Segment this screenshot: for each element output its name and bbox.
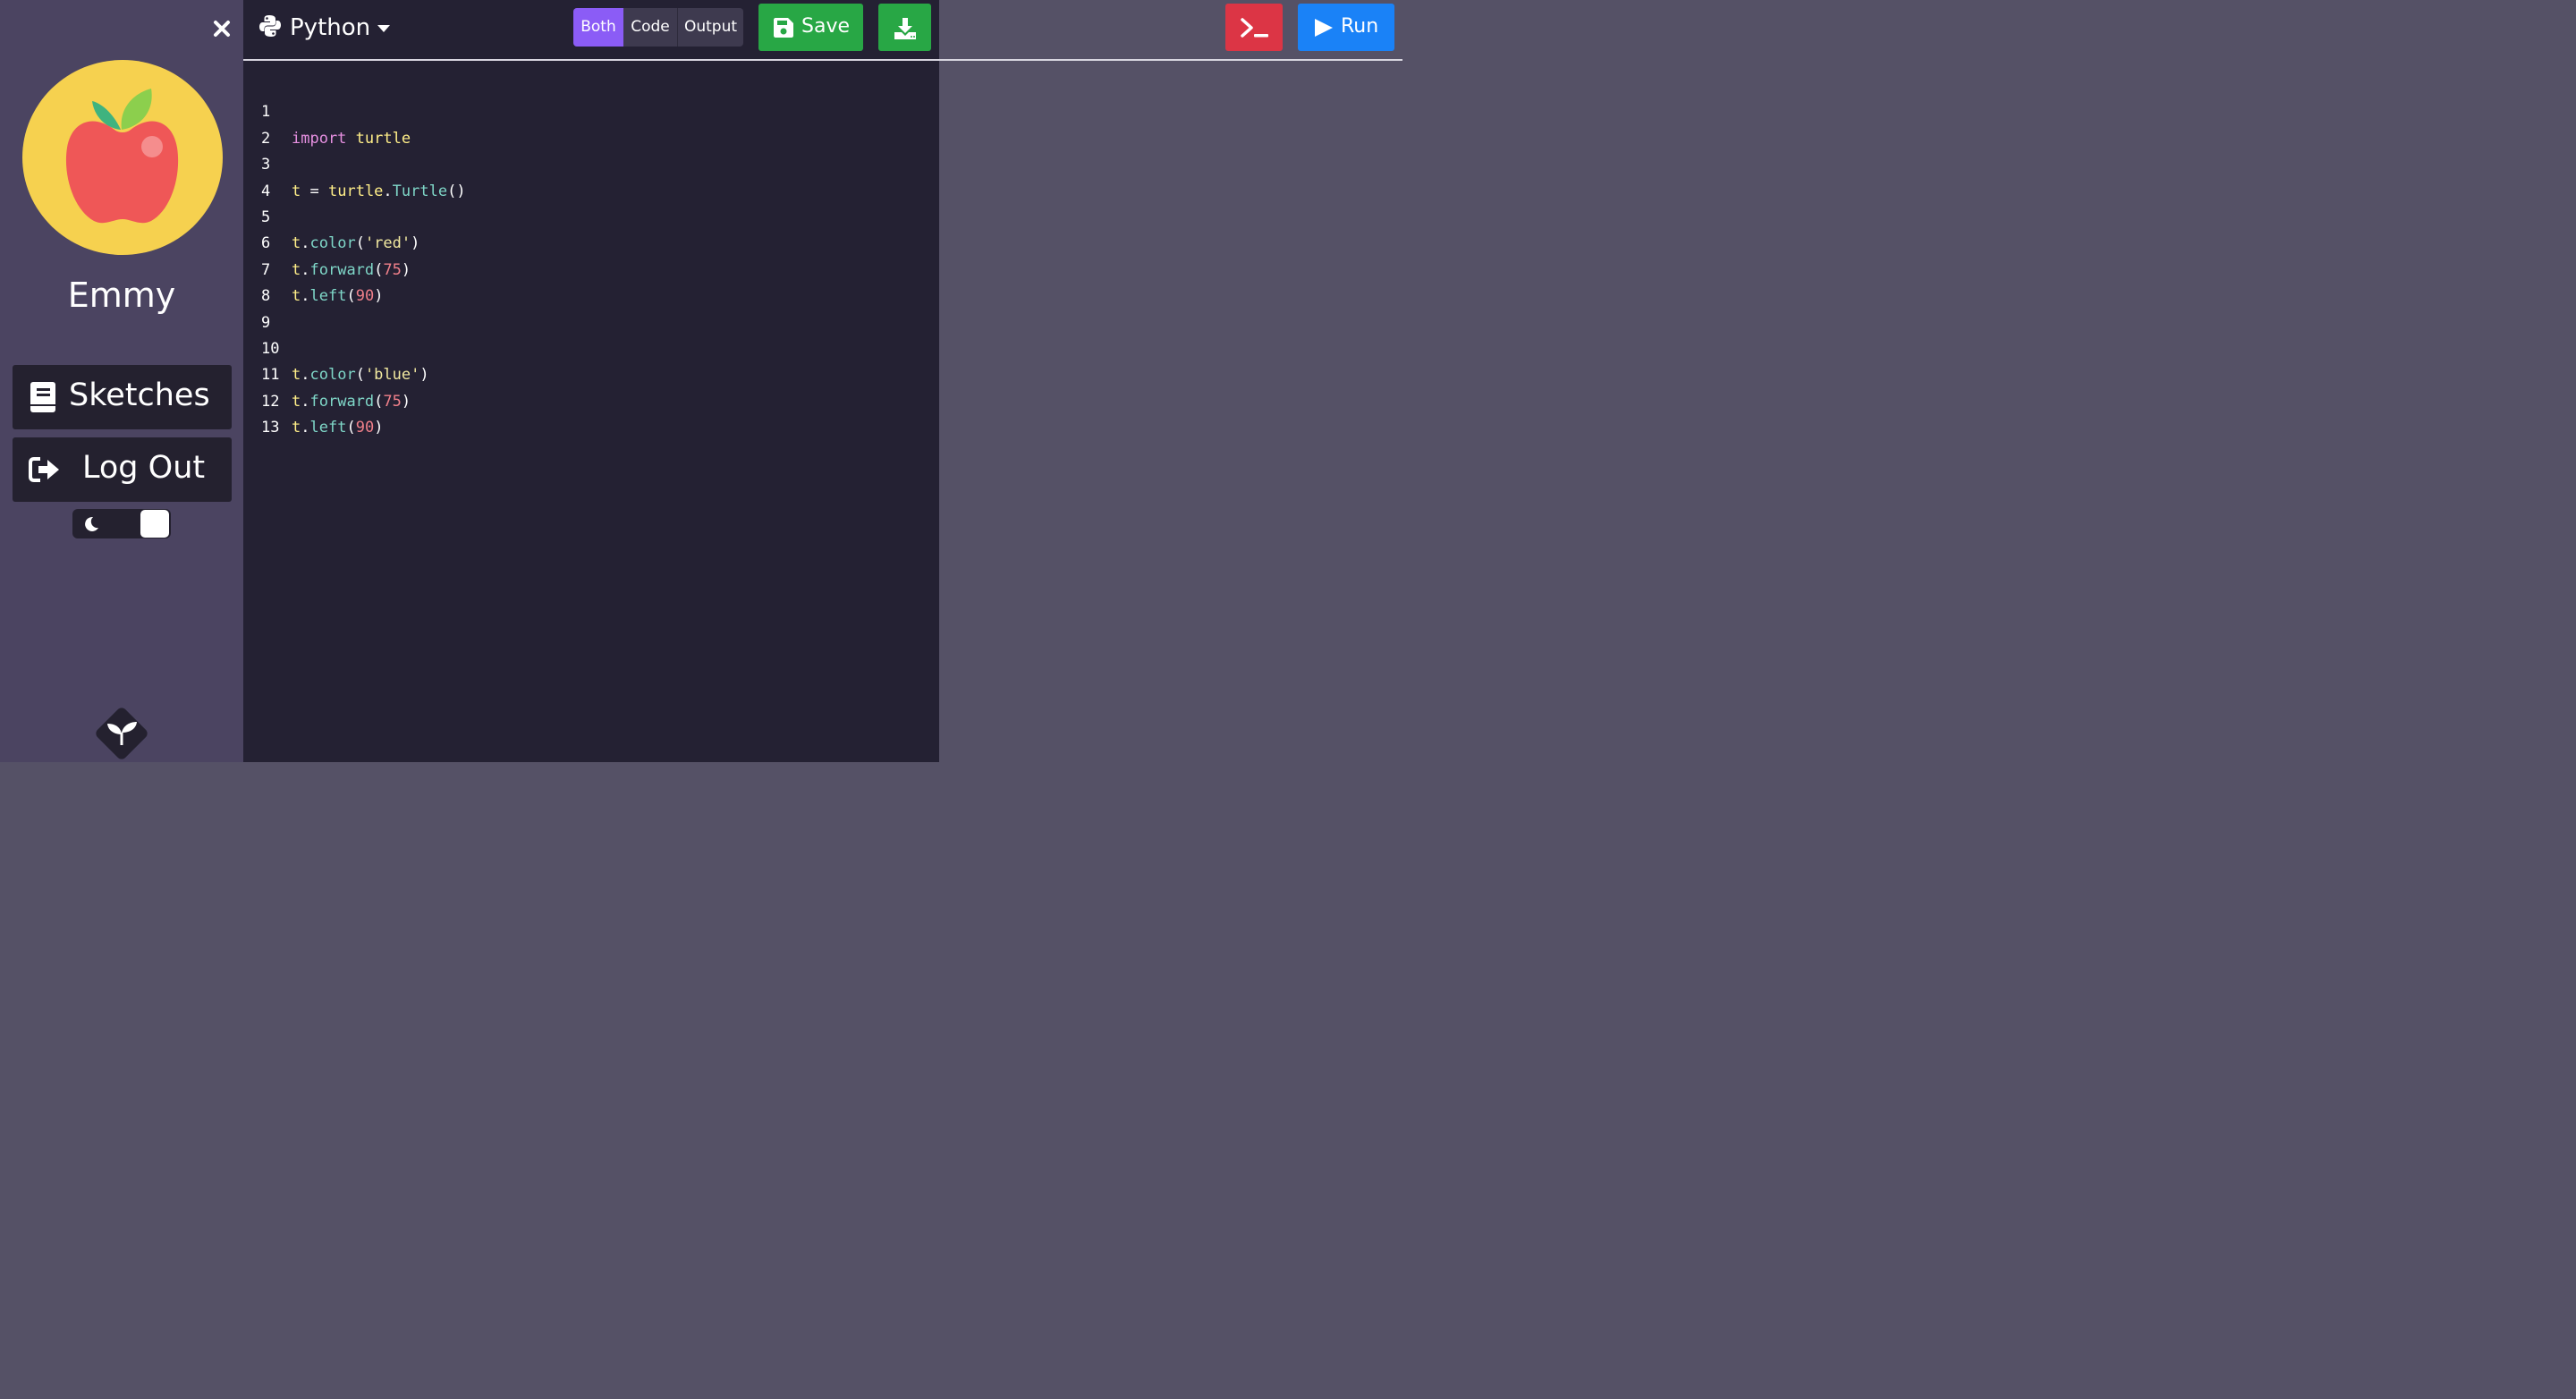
- code-line: 6 t.forward(75): [243, 205, 939, 278]
- language-select[interactable]: Python: [259, 13, 391, 43]
- sketches-button[interactable]: Sketches: [13, 365, 232, 429]
- save-icon: [774, 18, 793, 41]
- apple-avatar-icon: [22, 60, 223, 255]
- view-output-button[interactable]: Output: [677, 8, 743, 47]
- code-line: 8: [243, 258, 939, 305]
- output-divider: [939, 59, 1402, 61]
- console-button[interactable]: [1225, 4, 1283, 51]
- run-label: Run: [1341, 15, 1379, 38]
- caret-down-icon: [377, 20, 391, 37]
- code-line: 7 t.left(90): [243, 231, 939, 305]
- language-label: Python: [290, 14, 371, 41]
- code-line: 11 t.forward(75): [243, 336, 939, 410]
- code-line: 2: [243, 99, 939, 148]
- code-content[interactable]: 1 import turtle 2 3 t = turtle.Turtle() …: [243, 73, 939, 437]
- download-icon: [894, 18, 916, 43]
- sprout-icon: [96, 708, 148, 759]
- toggle-knob: [140, 510, 169, 538]
- run-button[interactable]: Run: [1298, 4, 1394, 51]
- sidebar: Emmy Sketches Log Out: [0, 0, 243, 762]
- download-button[interactable]: [878, 4, 931, 51]
- username: Emmy: [67, 276, 176, 315]
- moon-icon: [82, 515, 100, 537]
- logout-label: Log Out: [82, 450, 206, 486]
- logout-button[interactable]: Log Out: [13, 437, 232, 502]
- save-button[interactable]: Save: [758, 4, 863, 51]
- sketches-label: Sketches: [69, 377, 210, 413]
- save-label: Save: [801, 15, 851, 38]
- code-text: t.left(90): [292, 419, 384, 437]
- close-icon: [214, 21, 230, 37]
- theme-toggle[interactable]: [72, 509, 171, 538]
- sign-out-icon: [29, 456, 61, 487]
- app: Emmy Sketches Log Out Python Both Code O…: [0, 0, 1402, 762]
- python-icon: [259, 14, 281, 41]
- code-line: 13: [243, 389, 939, 437]
- code-line: 5 t.color('red'): [243, 179, 939, 252]
- code-line: 10 t.color('blue'): [243, 310, 939, 384]
- view-toggle-group: Both Code Output: [573, 8, 743, 47]
- terminal-icon: [1241, 17, 1269, 42]
- view-both-button[interactable]: Both: [573, 8, 623, 47]
- code-line: 4: [243, 152, 939, 200]
- view-code-button[interactable]: Code: [623, 8, 677, 47]
- code-line: 3 t = turtle.Turtle(): [243, 126, 939, 199]
- play-icon: [1314, 18, 1334, 41]
- app-logo: [90, 702, 153, 765]
- avatar: [22, 60, 223, 255]
- close-sidebar-button[interactable]: [209, 16, 234, 41]
- code-line: 12 t.left(90): [243, 362, 939, 437]
- book-icon: [29, 381, 57, 417]
- line-number: 13: [261, 419, 280, 437]
- code-line: 9: [243, 284, 939, 332]
- code-line: 1 import turtle: [243, 73, 939, 147]
